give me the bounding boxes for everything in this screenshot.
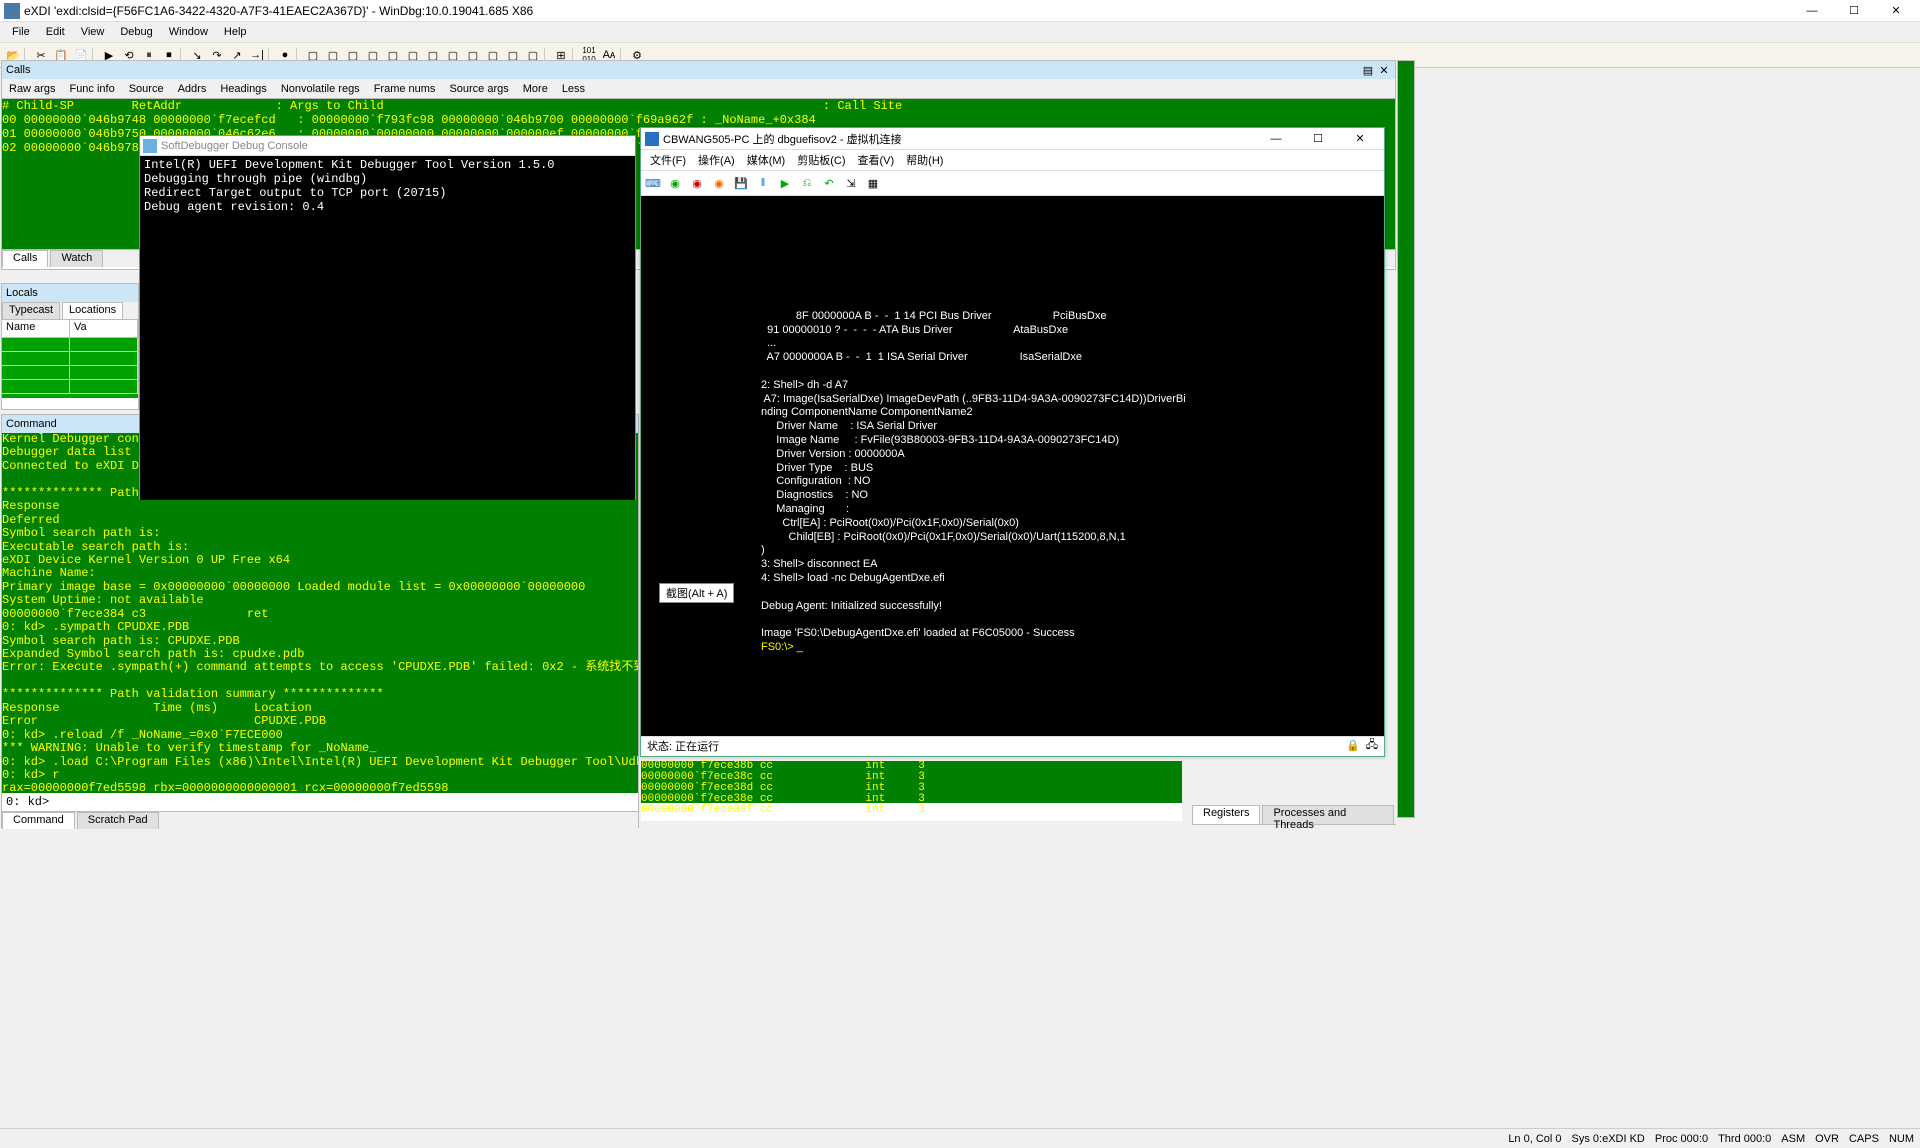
lock-icon: 🔒	[1346, 739, 1360, 752]
turnoff-icon[interactable]: ◉	[689, 175, 705, 191]
ctrl-alt-del-icon[interactable]: ⌨	[645, 175, 661, 191]
status-sys: Sys 0:eXDI KD	[1572, 1133, 1645, 1145]
tab-registers[interactable]: Registers	[1192, 805, 1260, 824]
locals-grid[interactable]	[2, 338, 138, 398]
hv-menu-view[interactable]: 查看(V)	[852, 150, 901, 170]
minimize-button[interactable]: —	[1792, 1, 1832, 21]
tab-watch[interactable]: Watch	[50, 250, 103, 267]
revert-icon[interactable]: ↶	[821, 175, 837, 191]
hv-close-button[interactable]: ✕	[1340, 129, 1380, 149]
calls-raw-args[interactable]: Raw args	[2, 81, 62, 97]
tab-command[interactable]: Command	[2, 812, 75, 829]
hv-minimize-button[interactable]: —	[1256, 129, 1296, 149]
hv-output: 8F 0000000A B - - 1 14 PCI Bus Driver Pc…	[761, 310, 1186, 639]
hv-prompt: FS0:\> _	[761, 641, 803, 653]
calls-nonvol[interactable]: Nonvolatile regs	[274, 81, 367, 97]
tab-processes[interactable]: Processes and Threads	[1262, 805, 1394, 824]
disasm-output[interactable]: 00000000`f7ece38b cc int 3 00000000`f7ec…	[641, 761, 1182, 803]
hv-menu-clipboard[interactable]: 剪贴板(C)	[791, 150, 851, 170]
status-thrd: Thrd 000:0	[1718, 1133, 1771, 1145]
statusbar: Ln 0, Col 0 Sys 0:eXDI KD Proc 000:0 Thr…	[0, 1128, 1920, 1148]
status-num: NUM	[1889, 1133, 1914, 1145]
nic-icon: 🖧	[1366, 736, 1378, 755]
calls-less[interactable]: Less	[555, 81, 592, 97]
menu-debug[interactable]: Debug	[112, 24, 160, 40]
hv-menu-file[interactable]: 文件(F)	[644, 150, 692, 170]
screenshot-tooltip: 截图(Alt + A)	[659, 583, 734, 603]
locals-title: Locals	[6, 287, 38, 299]
status-caps: CAPS	[1849, 1133, 1879, 1145]
share-icon[interactable]: ⇲	[843, 175, 859, 191]
tab-scratch[interactable]: Scratch Pad	[77, 812, 159, 829]
hv-menu-action[interactable]: 操作(A)	[692, 150, 741, 170]
vm-icon	[645, 132, 659, 146]
calls-addrs[interactable]: Addrs	[171, 81, 214, 97]
hv-maximize-button[interactable]: ☐	[1298, 129, 1338, 149]
tab-locations[interactable]: Locations	[62, 302, 123, 319]
menu-help[interactable]: Help	[216, 24, 255, 40]
command-input[interactable]	[53, 796, 634, 808]
hv-status-text: 状态: 正在运行	[647, 738, 719, 754]
menubar: File Edit View Debug Window Help	[0, 22, 1920, 42]
hv-console[interactable]: 8F 0000000A B - - 1 14 PCI Bus Driver Pc…	[641, 196, 1384, 736]
enhanced-icon[interactable]: ▦	[865, 175, 881, 191]
calls-title: Calls	[6, 64, 30, 76]
col-name[interactable]: Name	[2, 320, 70, 337]
status-asm: ASM	[1781, 1133, 1805, 1145]
softdbg-title: SoftDebugger Debug Console	[161, 140, 308, 152]
pause-icon[interactable]: ‖	[755, 175, 771, 191]
hv-title: CBWANG505-PC 上的 dbguefisov2 - 虚拟机连接	[663, 131, 902, 147]
command-title: Command	[6, 418, 57, 430]
checkpoint-icon[interactable]: ⎌	[799, 175, 815, 191]
menu-window[interactable]: Window	[161, 24, 216, 40]
save-icon[interactable]: 💾	[733, 175, 749, 191]
app-icon	[4, 3, 20, 19]
start-icon[interactable]: ◉	[667, 175, 683, 191]
status-ovr: OVR	[1815, 1133, 1839, 1145]
softdbg-output[interactable]: Intel(R) UEFI Development Kit Debugger T…	[140, 156, 635, 500]
tab-typecast[interactable]: Typecast	[2, 302, 60, 319]
calls-func-info[interactable]: Func info	[62, 81, 121, 97]
dock-icon[interactable]: ▤	[1361, 63, 1375, 77]
close-button[interactable]: ✕	[1876, 1, 1916, 21]
disasm-panel-collapsed[interactable]	[1397, 60, 1415, 818]
calls-source[interactable]: Source	[122, 81, 171, 97]
shutdown-icon[interactable]: ◉	[711, 175, 727, 191]
menu-edit[interactable]: Edit	[38, 24, 73, 40]
calls-framenums[interactable]: Frame nums	[367, 81, 443, 97]
status-proc: Proc 000:0	[1655, 1133, 1708, 1145]
status-pos: Ln 0, Col 0	[1508, 1133, 1561, 1145]
close-icon[interactable]: ✕	[1377, 63, 1391, 77]
calls-srcargs[interactable]: Source args	[442, 81, 515, 97]
maximize-button[interactable]: ☐	[1834, 1, 1874, 21]
hv-menu-help[interactable]: 帮助(H)	[900, 150, 949, 170]
menu-file[interactable]: File	[4, 24, 38, 40]
tab-calls[interactable]: Calls	[2, 250, 48, 267]
window-title: eXDI 'exdi:clsid={F56FC1A6-3422-4320-A7F…	[24, 4, 1792, 18]
calls-more[interactable]: More	[516, 81, 555, 97]
col-value[interactable]: Va	[70, 320, 138, 337]
reset-icon[interactable]: ▶	[777, 175, 793, 191]
hv-menu-media[interactable]: 媒体(M)	[741, 150, 792, 170]
menu-view[interactable]: View	[73, 24, 113, 40]
calls-headings[interactable]: Headings	[213, 81, 273, 97]
console-icon	[143, 139, 157, 153]
command-prompt: 0: kd>	[6, 795, 49, 809]
